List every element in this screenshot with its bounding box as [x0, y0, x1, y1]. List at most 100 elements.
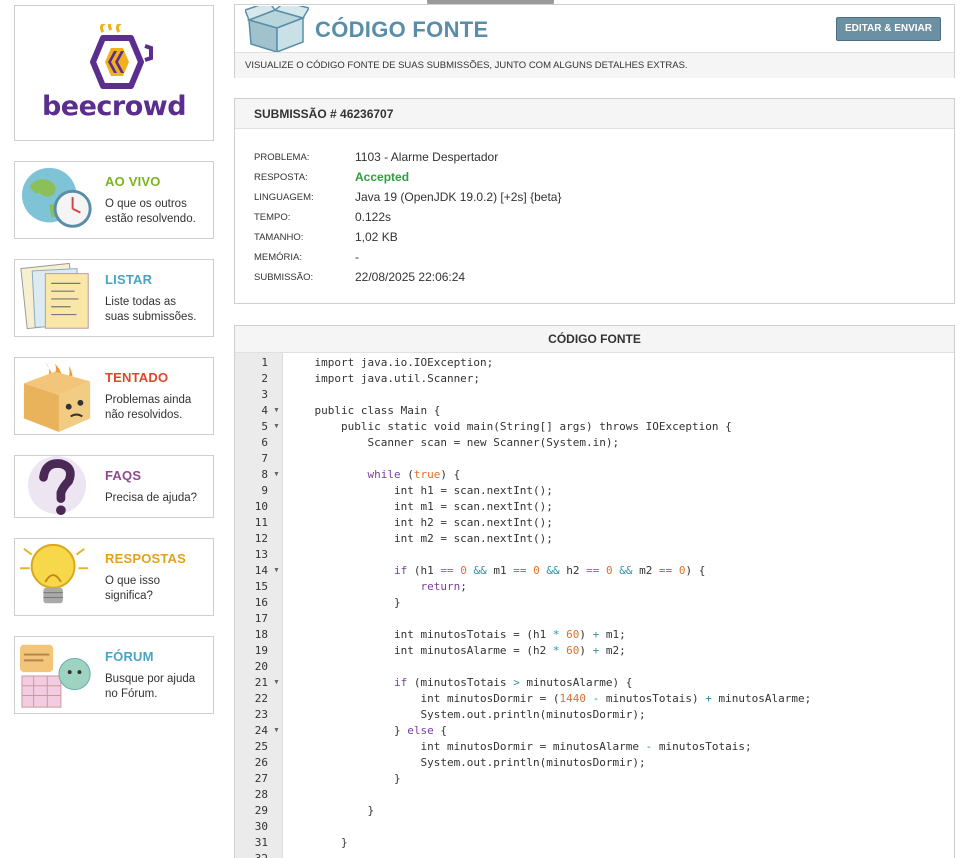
info-label: TEMPO:	[254, 212, 291, 223]
page-header: CÓDIGO FONTE EDITAR & ENVIAR VISUALIZE O…	[234, 4, 955, 78]
page-subtitle: VISUALIZE O CÓDIGO FONTE DE SUAS SUBMISS…	[235, 52, 954, 78]
code-line: Scanner scan = new Scanner(System.in);	[288, 436, 620, 449]
card-desc-line2: significa?	[105, 590, 153, 602]
line-number: 31	[254, 836, 268, 849]
sidebar-card-ao-vivo[interactable]: AO VIVO O que os outros estão resolvendo…	[14, 161, 214, 239]
info-row-memory: MEMÓRIA: -	[254, 249, 934, 269]
code-line: }	[288, 804, 375, 817]
card-desc-line1: O que isso	[105, 575, 160, 587]
fold-toggle-icon[interactable]: ▼	[273, 419, 280, 435]
code-line: if (minutosTotais > minutosAlarme) {	[393, 676, 633, 689]
code-line: System.out.println(minutosDormir);	[288, 756, 646, 769]
code-line: import java.util.Scanner;	[288, 372, 481, 385]
code-heading: CÓDIGO FONTE	[235, 326, 954, 353]
sidebar-card-forum[interactable]: FÓRUM Busque por ajuda no Fórum.	[14, 636, 214, 714]
line-number: 19	[254, 644, 268, 657]
globe-clock-icon	[21, 167, 92, 228]
card-desc-line1: O que os outros	[105, 198, 187, 210]
line-number: 22	[254, 692, 268, 705]
code-line: int m2 = scan.nextInt();	[288, 532, 553, 545]
card-desc-line1: Precisa de ajuda?	[105, 492, 198, 504]
line-number: 30	[254, 820, 268, 833]
fold-toggle-icon[interactable]: ▼	[273, 467, 280, 483]
fold-toggle-icon[interactable]: ▼	[273, 563, 280, 579]
card-title: FAQS	[105, 468, 142, 483]
card-desc-line1: Problemas ainda	[105, 394, 192, 406]
line-number-gutter: 1 2 3 4 ▼ 5 ▼ 6 7 8 ▼ 9 10 11 12 13 14 ▼ 15 16 17 18 19 20 21 ▼ 22…	[235, 353, 283, 858]
info-value: -	[355, 250, 359, 264]
line-number: 4	[261, 404, 268, 417]
logo-wordmark: beecrowd	[41, 91, 187, 122]
info-value: 22/08/2025 22:06:24	[355, 270, 466, 284]
info-label: RESPOSTA:	[254, 172, 308, 183]
code-line: int h1 = scan.nextInt();	[288, 484, 553, 497]
line-number: 2	[261, 372, 268, 385]
line-number: 15	[254, 580, 268, 593]
line-number: 5	[261, 420, 268, 433]
line-number: 13	[254, 548, 268, 561]
code-line: }	[288, 772, 401, 785]
line-number: 10	[254, 500, 268, 513]
code-line: } else {	[288, 724, 447, 737]
beecrowd-logo[interactable]: beecrowd	[14, 5, 214, 141]
line-number: 20	[254, 660, 268, 673]
line-number: 3	[261, 388, 268, 401]
info-label: SUBMISSÃO:	[254, 272, 314, 283]
line-number: 28	[254, 788, 268, 801]
code-line: public class Main {	[288, 404, 441, 417]
card-title: TENTADO	[105, 370, 169, 385]
info-row-problem: PROBLEMA: 1103 - Alarme Despertador	[254, 149, 934, 169]
line-number: 21	[254, 676, 268, 689]
sidebar-card-listar[interactable]: LISTAR Liste todas as suas submissões.	[14, 259, 214, 337]
line-number: 7	[261, 452, 268, 465]
code-line: System.out.println(minutosDormir);	[288, 708, 646, 721]
card-desc-line2: no Fórum.	[105, 688, 158, 700]
sidebar-card-faqs[interactable]: FAQS Precisa de ajuda?	[14, 455, 214, 518]
line-number: 12	[254, 532, 268, 545]
info-value: Java 19 (OpenJDK 19.0.2) [+2s] {beta}	[355, 190, 562, 204]
line-number: 29	[254, 804, 268, 817]
code-line: int m1 = scan.nextInt();	[288, 500, 553, 513]
info-value: 1,02 KB	[355, 230, 398, 244]
info-value: 0.122s	[355, 210, 392, 224]
card-desc-line1: Busque por ajuda	[105, 673, 196, 685]
line-number: 24	[254, 724, 268, 737]
source-code-panel: CÓDIGO FONTE 1 2 3 4 ▼ 5 ▼ 6 7 8 ▼ 9 10 11 12 13 14 ▼ 15 16…	[234, 325, 955, 858]
bee-hexagon-logo-icon	[90, 24, 153, 89]
card-desc-line2: estão resolvendo.	[105, 213, 196, 225]
edit-and-submit-button[interactable]: EDITAR & ENVIAR	[835, 17, 941, 41]
open-box-icon	[245, 6, 309, 52]
info-value: 1103 - Alarme Despertador	[355, 150, 499, 164]
code-line: import java.io.IOException;	[288, 356, 494, 369]
sidebar-card-tentado[interactable]: TENTADO Problemas ainda não resolvidos.	[14, 357, 214, 435]
card-title: AO VIVO	[105, 174, 161, 189]
fold-toggle-icon[interactable]: ▼	[273, 675, 280, 691]
status-badge: Accepted	[355, 170, 410, 184]
sidebar-card-respostas[interactable]: RESPOSTAS O que isso significa?	[14, 538, 214, 616]
code-line: if (h1 == 0 && m1 == 0 && h2 == 0 && m2 …	[393, 564, 706, 577]
line-number: 32	[235, 851, 268, 858]
line-number: 26	[254, 756, 268, 769]
fold-toggle-icon[interactable]: ▼	[273, 723, 280, 739]
info-label: LINGUAGEM:	[254, 192, 314, 203]
code-line: }	[288, 836, 348, 849]
code-line: return;	[420, 580, 467, 593]
burning-box-icon	[23, 361, 91, 433]
info-label: MEMÓRIA:	[254, 252, 303, 263]
card-desc-line1: Liste todas as	[105, 296, 176, 308]
info-label: PROBLEMA:	[254, 152, 310, 163]
header-top: CÓDIGO FONTE EDITAR & ENVIAR	[235, 5, 954, 52]
fold-toggle-icon[interactable]: ▼	[273, 403, 280, 419]
line-number: 11	[254, 516, 268, 529]
code-editor[interactable]: import java.io.IOException; import java.…	[284, 353, 954, 858]
code-line: int minutosDormir = (1440 - minutosTotai…	[288, 692, 812, 705]
card-desc-line2: não resolvidos.	[105, 409, 183, 421]
